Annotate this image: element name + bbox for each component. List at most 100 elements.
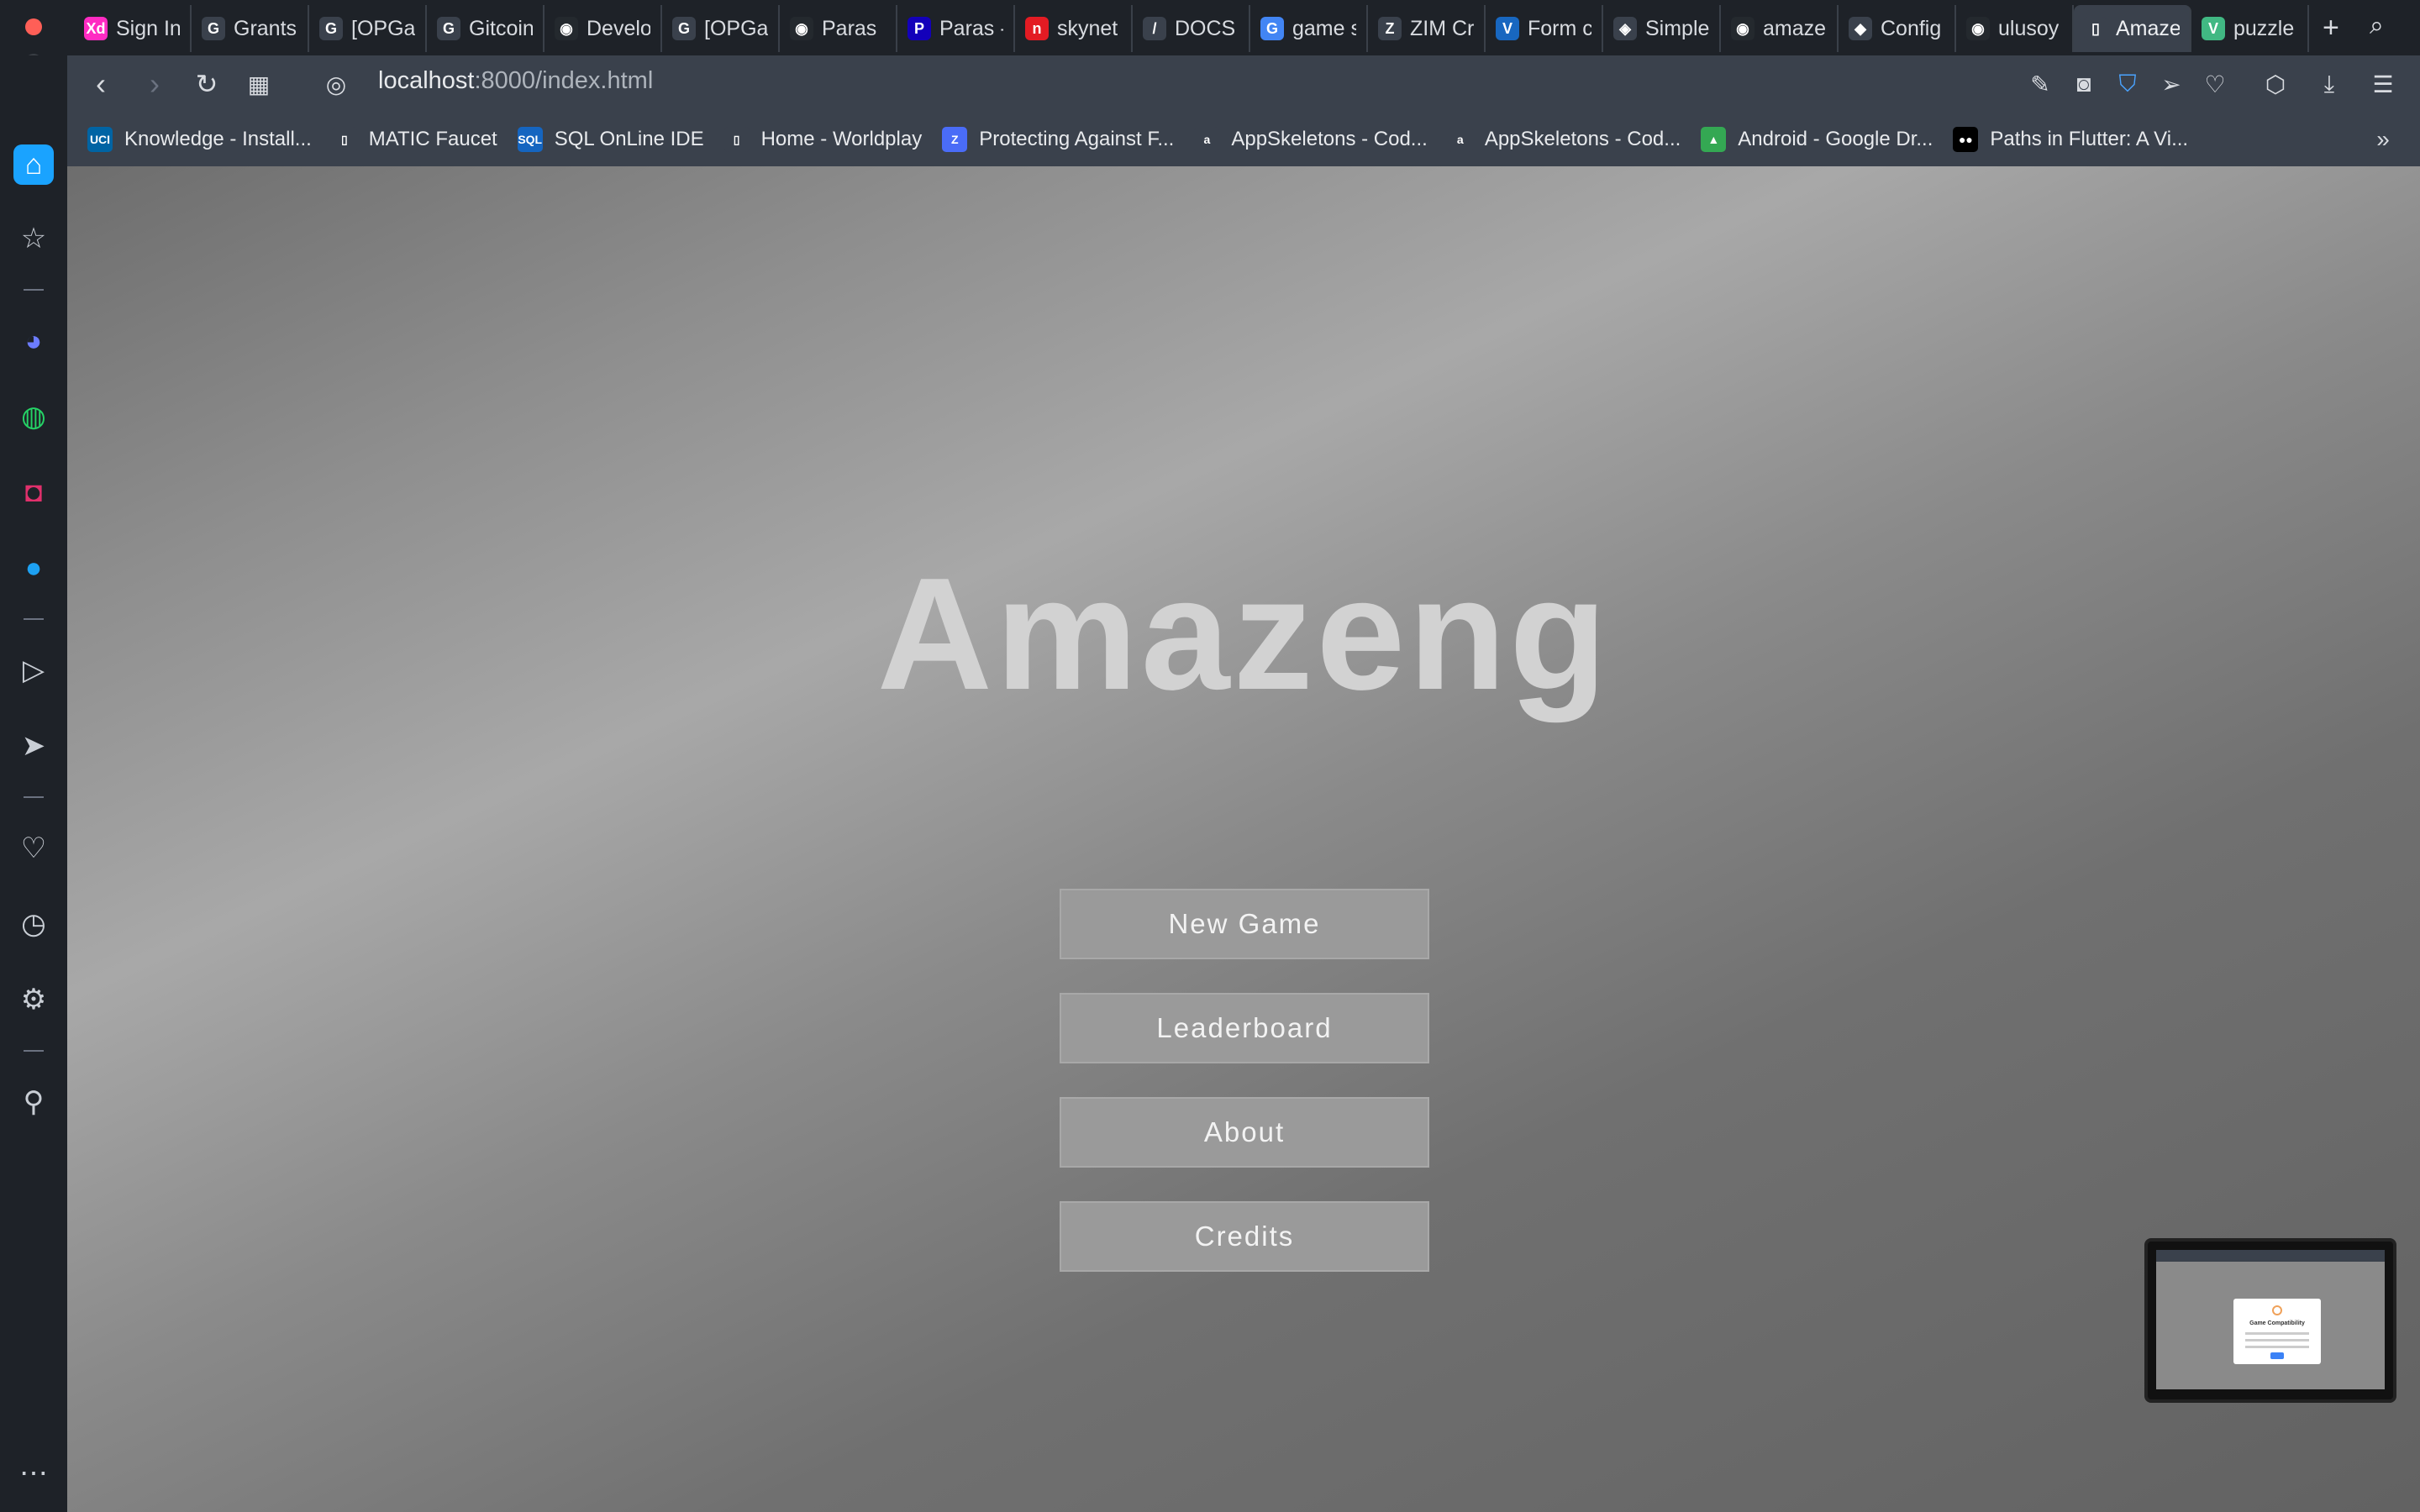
bookmark-label: Protecting Against F... (979, 128, 1175, 150)
tab[interactable]: Vpuzzle (2191, 5, 2309, 52)
tab-label: ulusoy (1998, 16, 2060, 40)
tab[interactable]: Z ZIM Cr (1368, 5, 1486, 52)
send-icon[interactable]: ➢ (2154, 67, 2188, 101)
search-tabs-icon[interactable]: ⌕ (2370, 12, 2384, 40)
tab-label: Paras (822, 16, 877, 40)
new-tab-icon[interactable]: + (2323, 12, 2339, 45)
more-bookmarks-icon[interactable]: » (2366, 123, 2400, 156)
tab[interactable]: ◆ Config (1839, 5, 1956, 52)
game-title: Amazeng (876, 545, 1611, 723)
vue-icon: V (2202, 17, 2225, 40)
z-icon: Z (942, 127, 968, 152)
tab[interactable]: V Form c (1486, 5, 1603, 52)
docs-icon: / (1143, 17, 1166, 40)
bookmark-item[interactable]: SQL SQL OnLine IDE (517, 127, 704, 152)
medium-icon: ●● (1953, 127, 1979, 152)
tab-label: Grants (234, 16, 297, 40)
tab-label: game s (1292, 16, 1356, 40)
thumbnail-text-line (2245, 1332, 2309, 1335)
download-icon[interactable]: ⤓ (2312, 67, 2346, 101)
history-icon[interactable]: ◷ (13, 904, 54, 944)
bookmark-item[interactable]: ▯ Home - Worldplay (723, 127, 922, 152)
tab-grid-icon[interactable]: ▦ (240, 66, 277, 102)
heart-icon[interactable]: ♡ (2198, 67, 2232, 101)
sidebar-divider (24, 289, 44, 291)
bookmark-label: AppSkeletons - Cod... (1484, 128, 1681, 150)
tab[interactable]: ◈ Simple (1603, 5, 1721, 52)
lightbulb-icon[interactable]: ⚲ (13, 1082, 54, 1122)
tab[interactable]: Xd Sign In (74, 5, 192, 52)
address-toolbar: ‹ › ↻ ▦ ◎ localhost:8000/index.html ✎ ◙ … (67, 55, 2420, 113)
bookmark-item[interactable]: ▲ Android - Google Dr... (1701, 127, 1933, 152)
reload-icon[interactable]: ↻ (188, 66, 225, 102)
tab-label: DOCS (1175, 16, 1236, 40)
page-icon: ▯ (331, 127, 357, 152)
tab[interactable]: G Gitcoin (427, 5, 544, 52)
tab-label: Develo (587, 16, 650, 40)
instagram-icon[interactable]: ◘ (13, 472, 54, 512)
tab[interactable]: G Grants (192, 5, 309, 52)
bookmark-item[interactable]: Z Protecting Against F... (942, 127, 1174, 152)
whatsapp-icon[interactable]: ◍ (13, 396, 54, 437)
a-icon: a (1447, 127, 1473, 152)
cube-icon[interactable]: ⬡ (2259, 67, 2292, 101)
tab[interactable]: / DOCS (1133, 5, 1250, 52)
home-icon[interactable]: ⌂ (13, 144, 54, 185)
close-window-button[interactable] (25, 18, 42, 35)
back-icon[interactable]: ‹ (82, 66, 119, 102)
bookmark-label: Paths in Flutter: A Vi... (1990, 128, 2189, 150)
settings-gear-icon[interactable]: ⚙ (13, 979, 54, 1020)
leaderboard-button[interactable]: Leaderboard (1060, 993, 1429, 1063)
bookmarks-icon[interactable]: ☆ (13, 218, 54, 259)
easy-setup-icon[interactable]: ☰ (2366, 67, 2400, 101)
address-field[interactable]: localhost:8000/index.html (378, 67, 653, 95)
credits-button[interactable]: Credits (1060, 1201, 1429, 1272)
tab-label: Gitcoin (469, 16, 533, 40)
tab[interactable]: P Paras - (897, 5, 1015, 52)
messenger-icon[interactable]: ◕ (13, 321, 54, 361)
bookmark-item[interactable]: a AppSkeletons - Cod... (1194, 127, 1428, 152)
tab[interactable]: ◉ Paras (780, 5, 897, 52)
twitter-icon[interactable]: ● (13, 548, 54, 588)
tab[interactable]: ◉ ulusoy (1956, 5, 2074, 52)
shield-icon[interactable]: ⛉ (2111, 67, 2144, 101)
player-icon[interactable]: ▷ (13, 650, 54, 690)
tab-label: [OPGa (351, 16, 415, 40)
zim-icon: Z (1378, 17, 1402, 40)
edit-icon[interactable]: ✎ (2023, 67, 2057, 101)
tab[interactable]: Ggame s (1250, 5, 1368, 52)
send-icon[interactable]: ➤ (13, 726, 54, 766)
new-game-button[interactable]: New Game (1060, 889, 1429, 959)
heart-icon[interactable]: ♡ (13, 828, 54, 869)
github-icon: ◉ (790, 17, 813, 40)
camera-icon[interactable]: ◙ (2067, 67, 2101, 101)
paras-icon: P (908, 17, 931, 40)
more-options-icon[interactable]: ⋯ (13, 1453, 54, 1494)
tab[interactable]: G [OPGa (662, 5, 780, 52)
bookmark-item[interactable]: ●● Paths in Flutter: A Vi... (1953, 127, 2188, 152)
tab-label: Config (1881, 16, 1942, 40)
globe-icon: ◎ (325, 71, 347, 97)
tab-label: puzzle (2233, 16, 2295, 40)
page-icon: ▯ (2084, 17, 2107, 40)
bookmark-item[interactable]: UCI Knowledge - Install... (87, 127, 312, 152)
bookmark-label: SQL OnLine IDE (554, 128, 704, 150)
tab[interactable]: ▯ Amaze (2074, 5, 2191, 52)
about-button[interactable]: About (1060, 1097, 1429, 1168)
tab[interactable]: G [OPGa (309, 5, 427, 52)
bookmark-item[interactable]: a AppSkeletons - Cod... (1447, 127, 1681, 152)
github-icon: ◉ (1966, 17, 1990, 40)
forward-icon[interactable]: › (136, 66, 173, 102)
screenshot-thumbnail[interactable]: Game Compatibility (2144, 1238, 2396, 1403)
thumbnail-screen: Game Compatibility (2156, 1250, 2385, 1389)
tab[interactable]: n skynet (1015, 5, 1133, 52)
gitcoin-icon: G (319, 17, 343, 40)
bookmark-item[interactable]: ▯ MATIC Faucet (331, 127, 497, 152)
github-icon: ◉ (1731, 17, 1754, 40)
drive-icon: ▲ (1701, 127, 1727, 152)
tab-label: Paras - (939, 16, 1003, 40)
tab[interactable]: ◉ amazer (1721, 5, 1839, 52)
gitcoin-icon: G (202, 17, 225, 40)
sidebar-divider (24, 796, 44, 798)
tab[interactable]: ◉ Develo (544, 5, 662, 52)
